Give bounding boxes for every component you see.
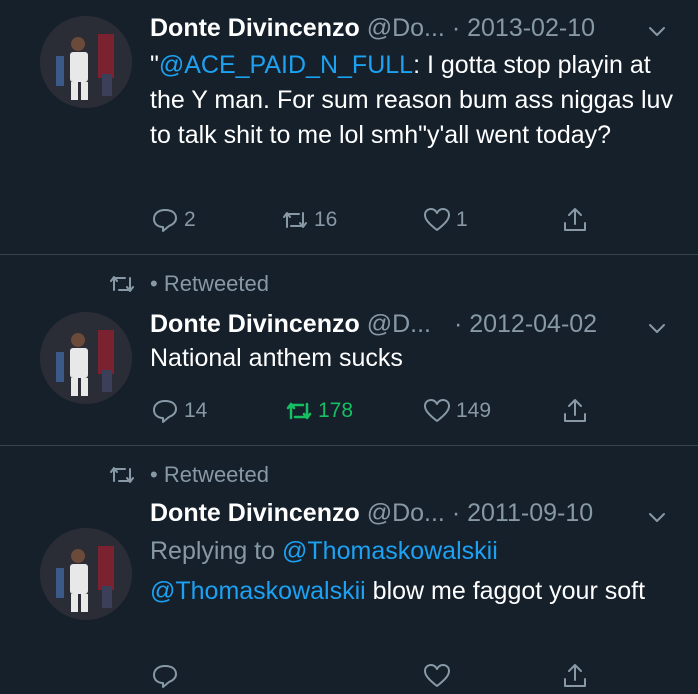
share-button[interactable] xyxy=(560,202,590,238)
share-icon xyxy=(564,399,586,422)
author-name[interactable]: Donte Divincenzo xyxy=(150,499,360,527)
avatar[interactable] xyxy=(40,528,132,620)
replying-to-label: Replying to xyxy=(150,537,283,565)
retweeted-indicator: • Retweeted xyxy=(108,271,269,297)
retweet-icon xyxy=(110,467,134,483)
like-count: 149 xyxy=(456,399,492,422)
tweet-text: @Thomaskowalskii blow me faggot your sof… xyxy=(150,574,680,609)
tweet-text: National anthem sucks xyxy=(150,341,680,376)
tweet-text-part: " xyxy=(150,51,159,79)
author-handle[interactable]: @D... xyxy=(367,310,431,338)
avatar[interactable] xyxy=(40,312,132,404)
avatar[interactable] xyxy=(40,16,132,108)
tweet-actions: 14 178 149 xyxy=(150,393,610,429)
tweet-text-part: National anthem sucks xyxy=(150,344,403,372)
like-icon xyxy=(424,208,450,231)
tweet-text: "@ACE_PAID_N_FULL: I gotta stop playin a… xyxy=(150,48,680,153)
tweet-date[interactable]: · 2011-09-10 xyxy=(452,499,593,527)
tweet-header: Donte Divincenzo @Do... · 2011-09-10 xyxy=(150,499,593,528)
reply-icon xyxy=(153,400,177,423)
author-name[interactable]: Donte Divincenzo xyxy=(150,310,360,338)
like-button[interactable] xyxy=(422,658,452,694)
tweet-actions xyxy=(150,658,610,694)
share-icon xyxy=(564,208,586,231)
retweeted-label: • Retweeted xyxy=(150,271,269,296)
tweet-1[interactable]: Donte Divincenzo @Do... · 2013-02-10 "@A… xyxy=(0,0,698,255)
like-icon xyxy=(424,399,450,422)
retweeted-label: • Retweeted xyxy=(150,462,269,487)
replying-to: Replying to @Thomaskowalskii xyxy=(150,534,680,569)
share-icon xyxy=(564,664,586,687)
tweet-date[interactable]: · 2012-04-02 xyxy=(454,310,597,338)
mention-link[interactable]: @Thomaskowalskii xyxy=(150,577,366,605)
mention-link[interactable]: @ACE_PAID_N_FULL xyxy=(159,51,413,79)
tweet-header: Donte Divincenzo @Do... · 2013-02-10 xyxy=(150,14,595,43)
share-button[interactable] xyxy=(560,393,590,429)
author-name[interactable]: Donte Divincenzo xyxy=(150,14,360,42)
author-handle[interactable]: @Do... xyxy=(367,499,445,527)
retweeted-indicator: • Retweeted xyxy=(108,462,269,488)
chevron-down-icon[interactable] xyxy=(648,22,666,40)
avatar-photo xyxy=(40,528,132,620)
retweet-icon xyxy=(110,276,134,292)
retweet-button[interactable]: 178 xyxy=(284,393,353,429)
reply-count: 14 xyxy=(184,399,208,422)
avatar-photo xyxy=(40,312,132,404)
retweet-count: 16 xyxy=(314,208,338,231)
tweet-date[interactable]: · 2013-02-10 xyxy=(452,14,595,42)
reply-icon xyxy=(153,665,177,688)
chevron-down-icon[interactable] xyxy=(648,508,666,526)
reply-button[interactable]: 14 xyxy=(150,393,207,429)
tweet-3[interactable]: • Retweeted Donte Divincenzo @Do... · 20… xyxy=(0,446,698,688)
like-button[interactable]: 1 xyxy=(422,202,468,238)
tweet-2[interactable]: • Retweeted Donte Divincenzo @D... · 201… xyxy=(0,255,698,445)
like-icon xyxy=(424,664,450,687)
retweet-count: 178 xyxy=(318,399,354,422)
tweet-header: Donte Divincenzo @D... · 2012-04-02 xyxy=(150,310,597,339)
avatar-photo xyxy=(40,16,132,108)
tweet-actions: 2 16 1 xyxy=(150,202,610,238)
retweet-button[interactable]: 16 xyxy=(280,202,337,238)
tweet-text-part: blow me faggot your soft xyxy=(365,577,646,605)
reply-count: 2 xyxy=(184,208,196,231)
replying-to-link[interactable]: @Thomaskowalskii xyxy=(282,537,498,565)
reply-button[interactable] xyxy=(150,658,180,694)
reply-icon xyxy=(153,209,177,232)
chevron-down-icon[interactable] xyxy=(648,319,666,337)
like-button[interactable]: 149 xyxy=(422,393,491,429)
reply-button[interactable]: 2 xyxy=(150,202,196,238)
retweet-icon xyxy=(283,212,307,228)
author-handle[interactable]: @Do... xyxy=(367,14,445,42)
retweet-icon xyxy=(286,402,312,420)
like-count: 1 xyxy=(456,208,468,231)
share-button[interactable] xyxy=(560,658,590,694)
